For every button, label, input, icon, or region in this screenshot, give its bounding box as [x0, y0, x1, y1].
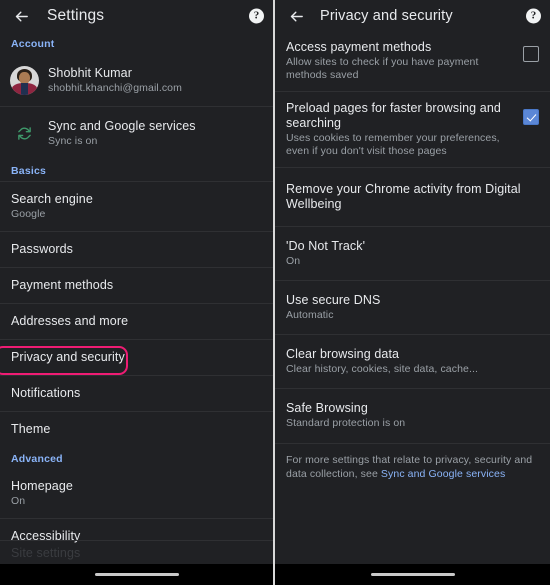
list-item-title: Payment methods: [11, 278, 114, 292]
sync-title: Sync and Google services: [48, 118, 196, 133]
sidebar-item-notifications[interactable]: Notifications: [0, 375, 273, 411]
list-item-title: Preload pages for faster browsing and se…: [286, 101, 501, 130]
sync-icon: [8, 117, 40, 149]
list-item-title: Site settings: [11, 546, 81, 560]
privacy-and-security-screen: Privacy and security ? Access payment me…: [275, 0, 550, 585]
avatar: [8, 64, 40, 96]
checkbox-access-payment-methods[interactable]: [523, 46, 539, 62]
sync-subtitle: Sync is on: [48, 134, 98, 147]
system-navigation-bar: [0, 564, 273, 585]
list-item-subtitle: On: [11, 495, 26, 507]
list-item-title: Addresses and more: [11, 314, 129, 328]
sidebar-item-passwords[interactable]: Passwords: [0, 231, 273, 267]
sidebar-item-addresses-and-more[interactable]: Addresses and more: [0, 303, 273, 339]
page-title: Settings: [47, 7, 105, 24]
settings-appbar: Settings ?: [0, 0, 273, 32]
list-item-subtitle: Allow sites to check if you have payment…: [286, 56, 479, 81]
section-header-advanced: Advanced: [11, 453, 63, 465]
list-item-title: Access payment methods: [286, 40, 432, 54]
page-title: Privacy and security: [320, 8, 453, 24]
help-circle-icon[interactable]: ?: [249, 8, 264, 24]
list-item-title: Safe Browsing: [286, 401, 368, 415]
footnote-link-sync-and-google-services[interactable]: Sync and Google services: [381, 468, 505, 480]
system-navigation-bar: [275, 564, 550, 585]
setting-row-preload-pages[interactable]: Preload pages for faster browsing and se…: [275, 91, 550, 167]
list-item-title: Use secure DNS: [286, 293, 381, 307]
list-item-title: 'Do Not Track': [286, 239, 366, 253]
section-header-basics: Basics: [11, 165, 47, 177]
list-item-title: Clear browsing data: [286, 347, 400, 361]
privacy-appbar: Privacy and security ?: [275, 0, 550, 32]
list-item-title: Homepage: [11, 479, 73, 493]
arrow-left-icon[interactable]: [8, 3, 34, 29]
account-name: Shobhit Kumar: [48, 65, 132, 80]
home-indicator[interactable]: [94, 573, 179, 576]
sync-and-google-services-row[interactable]: Sync and Google services Sync is on: [0, 106, 273, 159]
sidebar-item-search-engine[interactable]: Search engine Google: [0, 181, 273, 231]
sidebar-item-theme[interactable]: Theme: [0, 411, 273, 447]
account-row[interactable]: Shobhit Kumar shobhit.khanchi@gmail.com: [0, 54, 273, 106]
list-item-subtitle: Standard protection is on: [286, 417, 406, 429]
list-item-subtitle: Automatic: [286, 309, 334, 321]
sidebar-item-homepage[interactable]: Homepage On: [0, 469, 273, 518]
settings-screen: Settings ? Account Shobhit Kumar shobhit…: [0, 0, 273, 585]
home-indicator[interactable]: [370, 573, 455, 576]
privacy-footnote: For more settings that relate to privacy…: [275, 443, 550, 481]
arrow-left-icon[interactable]: [283, 3, 309, 29]
list-item-title: Privacy and security: [11, 350, 125, 364]
list-item-subtitle: On: [286, 255, 301, 267]
list-item-subtitle: Clear history, cookies, site data, cache…: [286, 363, 479, 375]
sidebar-item-payment-methods[interactable]: Payment methods: [0, 267, 273, 303]
setting-row-safe-browsing[interactable]: Safe Browsing Standard protection is on: [275, 388, 550, 443]
list-item-title: Notifications: [11, 386, 81, 400]
setting-row-access-payment-methods[interactable]: Access payment methods Allow sites to ch…: [275, 32, 550, 91]
setting-row-use-secure-dns[interactable]: Use secure DNS Automatic: [275, 280, 550, 334]
list-item-subtitle: Uses cookies to remember your preference…: [286, 132, 500, 157]
account-email: shobhit.khanchi@gmail.com: [48, 81, 182, 94]
setting-row-do-not-track[interactable]: 'Do Not Track' On: [275, 226, 550, 280]
help-circle-icon[interactable]: ?: [526, 8, 541, 24]
setting-row-remove-chrome-activity[interactable]: Remove your Chrome activity from Digital…: [275, 167, 550, 226]
list-item-title: Remove your Chrome activity from Digital…: [286, 182, 521, 211]
dual-screenshot-container: Settings ? Account Shobhit Kumar shobhit…: [0, 0, 550, 585]
list-item-title: Theme: [11, 422, 51, 436]
sidebar-item-privacy-and-security[interactable]: Privacy and security: [0, 339, 273, 375]
list-item-title: Passwords: [11, 242, 74, 256]
checkbox-preload-pages[interactable]: [523, 109, 539, 125]
section-header-account: Account: [11, 38, 55, 50]
list-item-subtitle: Google: [11, 208, 46, 220]
list-item-title: Search engine: [11, 192, 93, 206]
sidebar-item-partial[interactable]: Site settings: [0, 540, 273, 564]
setting-row-clear-browsing-data[interactable]: Clear browsing data Clear history, cooki…: [275, 334, 550, 388]
